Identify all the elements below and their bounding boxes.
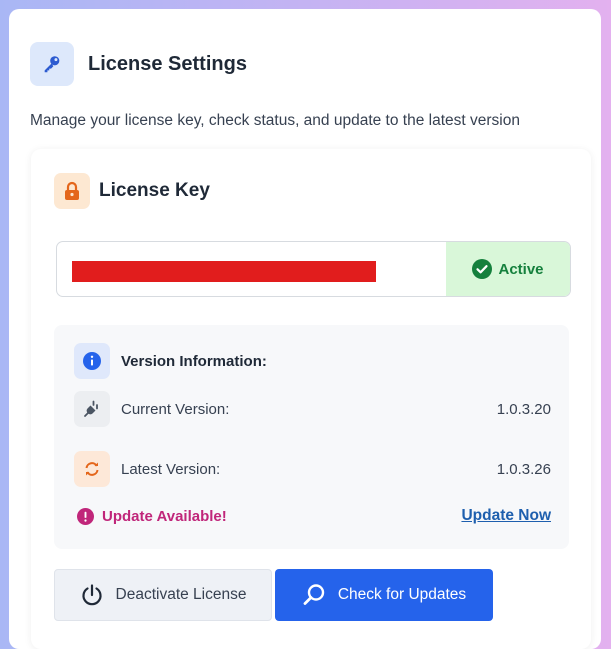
latest-version-value: 1.0.3.26: [496, 460, 551, 478]
current-version-label: Current Version:: [121, 400, 230, 418]
power-icon: [80, 583, 104, 607]
check-circle-icon: [472, 259, 493, 279]
lock-icon: [54, 173, 90, 209]
license-card-header: License Key: [54, 173, 210, 209]
version-info-box: Version Information: Current Version: 1.…: [54, 325, 569, 549]
key-icon: [30, 42, 74, 86]
version-info-heading-row: Version Information:: [74, 343, 551, 379]
license-card-title: License Key: [99, 180, 210, 201]
latest-version-label: Latest Version:: [121, 460, 221, 478]
update-available-row: Update Available! Update Now: [77, 507, 551, 525]
current-version-row: Current Version: 1.0.3.20: [74, 391, 551, 427]
check-for-updates-button[interactable]: Check for Updates: [275, 569, 493, 621]
exclamation-icon: [77, 507, 94, 525]
deactivate-license-label: Deactivate License: [115, 586, 247, 603]
status-badge: Active: [446, 242, 570, 296]
status-label: Active: [498, 260, 544, 278]
page-subtitle: Manage your license key, check status, a…: [30, 112, 520, 129]
current-version-value: 1.0.3.20: [496, 400, 551, 418]
search-icon: [302, 583, 326, 607]
page-header: License Settings: [30, 41, 247, 87]
latest-version-row: Latest Version: 1.0.3.26: [74, 451, 551, 487]
license-settings-panel: License Settings Manage your license key…: [9, 9, 601, 649]
check-for-updates-label: Check for Updates: [337, 586, 467, 603]
update-available-label: Update Available!: [102, 507, 227, 525]
redacted-license-key: [72, 261, 376, 282]
license-card: License Key Active Version Information: …: [31, 149, 591, 649]
sync-icon: [74, 451, 110, 487]
info-icon: [74, 343, 110, 379]
version-info-heading: Version Information:: [121, 352, 267, 370]
page-title: License Settings: [88, 52, 247, 75]
deactivate-license-button[interactable]: Deactivate License: [54, 569, 272, 621]
license-key-row: Active: [56, 241, 571, 297]
plug-icon: [74, 391, 110, 427]
update-now-link[interactable]: Update Now: [461, 507, 551, 525]
